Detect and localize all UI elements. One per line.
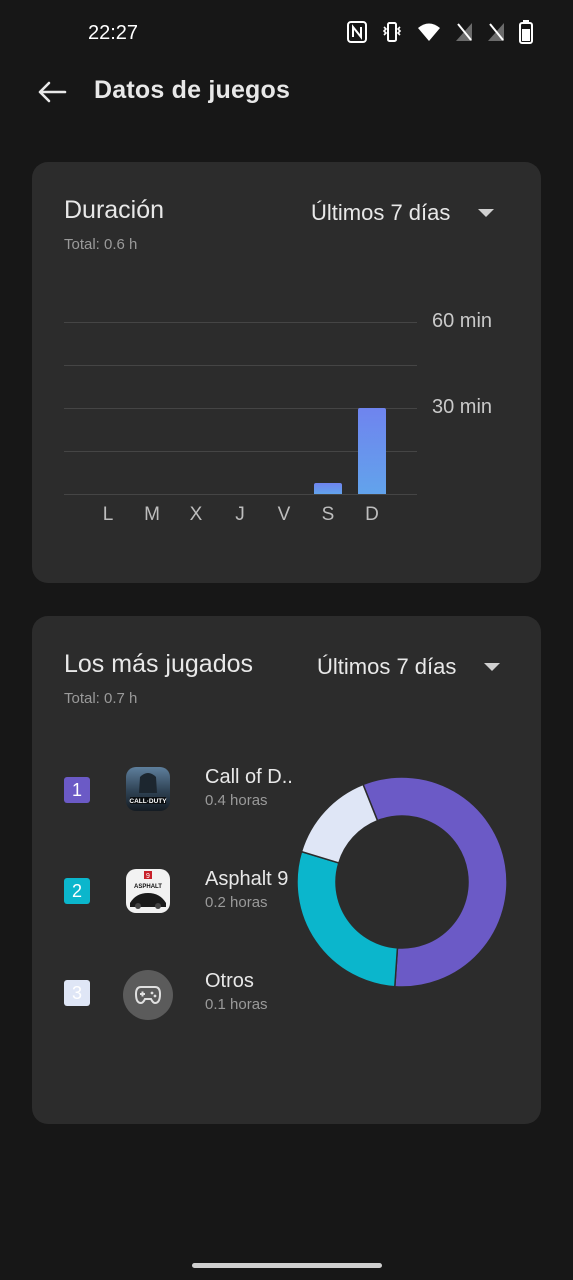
wifi-icon [418, 23, 440, 41]
app-hours: 0.4 horas [205, 792, 268, 809]
battery-icon [519, 20, 533, 44]
bar-S [314, 482, 342, 494]
most-played-period-dropdown[interactable]: Últimos 7 días [317, 654, 501, 680]
list-item[interactable]: 2 9 ASPHALT Asphalt 9 0.2 horas [64, 848, 304, 936]
duration-period-dropdown[interactable]: Últimos 7 días [311, 200, 495, 226]
list-item[interactable]: 1 CALL·DUTY Call of D.. 0.4 horas [64, 746, 304, 834]
rank-badge: 3 [64, 980, 90, 1006]
status-icons [347, 20, 533, 44]
gamepad-icon [123, 970, 173, 1020]
vibrate-icon [382, 22, 402, 42]
most-played-total: Total: 0.7 h [64, 690, 138, 707]
rank-badge: 1 [64, 777, 90, 803]
gridline [64, 365, 417, 366]
gridline [64, 322, 417, 323]
donut-slice [296, 850, 399, 988]
app-name: Otros [205, 970, 254, 992]
y-tick-label: 60 min [432, 310, 493, 332]
x-tick-label: D [365, 504, 379, 525]
duration-period-label: Últimos 7 días [311, 200, 451, 225]
asphalt-9-icon: 9 ASPHALT [126, 869, 170, 913]
x-tick-label: L [102, 504, 114, 525]
list-item[interactable]: 3 Otros 0.1 horas [64, 950, 304, 1038]
status-time: 22:27 [88, 22, 139, 44]
x-tick-label: V [277, 504, 291, 525]
x-tick-label: J [235, 504, 245, 525]
svg-text:CALL·DUTY: CALL·DUTY [129, 798, 167, 805]
chart-baseline [64, 494, 417, 495]
call-of-duty-icon: CALL·DUTY [126, 767, 170, 811]
app-name: Asphalt 9 [205, 868, 289, 890]
app-hours: 0.2 horas [205, 894, 268, 911]
arrow-left-icon [38, 81, 67, 103]
no-signal-icon [488, 23, 504, 41]
most-played-period-label: Últimos 7 días [317, 654, 457, 679]
x-tick-label: X [189, 504, 203, 525]
duration-total: Total: 0.6 h [64, 236, 138, 253]
bar-D [358, 408, 386, 494]
no-signal-icon [456, 23, 472, 41]
app-hours: 0.1 horas [205, 996, 268, 1013]
x-tick-label: M [144, 504, 160, 525]
most-played-donut-chart [296, 776, 508, 988]
svg-text:9: 9 [146, 873, 150, 880]
chevron-down-icon [484, 663, 501, 671]
most-played-title: Los más jugados [64, 650, 254, 678]
x-tick-label: S [321, 504, 335, 525]
svg-text:ASPHALT: ASPHALT [134, 884, 162, 890]
back-button[interactable] [30, 72, 74, 112]
home-gesture-bar[interactable] [192, 1263, 382, 1268]
chevron-down-icon [478, 209, 495, 217]
y-tick-label: 30 min [432, 396, 493, 418]
page-title: Datos de juegos [94, 76, 291, 104]
nfc-icon [347, 21, 367, 43]
donut-slice [300, 783, 379, 864]
rank-badge: 2 [64, 878, 90, 904]
duration-title: Duración [64, 196, 165, 224]
app-name: Call of D.. [205, 766, 293, 788]
